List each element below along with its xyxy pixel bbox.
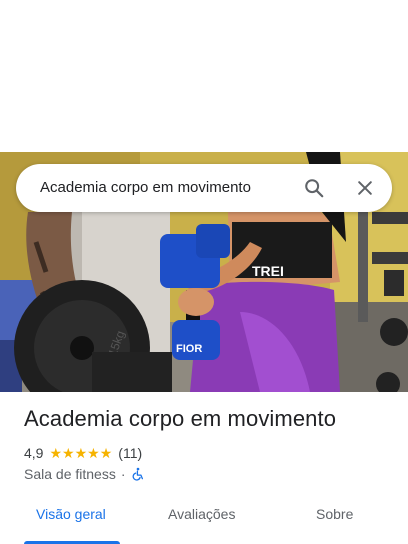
star-icon: ★ [74, 445, 88, 461]
blank-area [0, 0, 408, 152]
close-icon[interactable] [351, 174, 379, 202]
review-count[interactable]: (11) [118, 445, 142, 461]
wheelchair-accessible-icon [131, 467, 145, 481]
category-row: Sala de fitness · [24, 464, 145, 484]
tab-bar: Visão geral Avaliações Sobre [0, 496, 408, 544]
shirt-label: TREI [252, 263, 284, 279]
search-input[interactable]: Academia corpo em movimento [40, 164, 290, 212]
tab-about[interactable]: Sobre [316, 496, 353, 532]
separator: · [120, 466, 126, 482]
place-title: Academia corpo em movimento [24, 406, 337, 431]
search-icon[interactable] [300, 174, 328, 202]
place-page: 15kg TREI FIOR Academia corpo em movimen… [0, 0, 408, 544]
tab-overview[interactable]: Visão geral [36, 496, 106, 532]
rating-row[interactable]: 4,9 ★ ★ ★ ★ ★ (11) [24, 443, 142, 463]
star-icon: ★ [49, 445, 63, 461]
star-icon: ★ [87, 445, 100, 461]
star-icon: ★ [99, 445, 113, 461]
place-category: Sala de fitness [24, 466, 116, 482]
search-bar[interactable]: Academia corpo em movimento [16, 164, 392, 212]
dumbbell-label: FIOR [176, 343, 202, 355]
tab-reviews[interactable]: Avaliações [168, 496, 235, 532]
star-rating: ★ ★ ★ ★ ★ [49, 446, 112, 460]
star-icon: ★ [62, 445, 75, 461]
rating-value: 4,9 [24, 445, 44, 461]
